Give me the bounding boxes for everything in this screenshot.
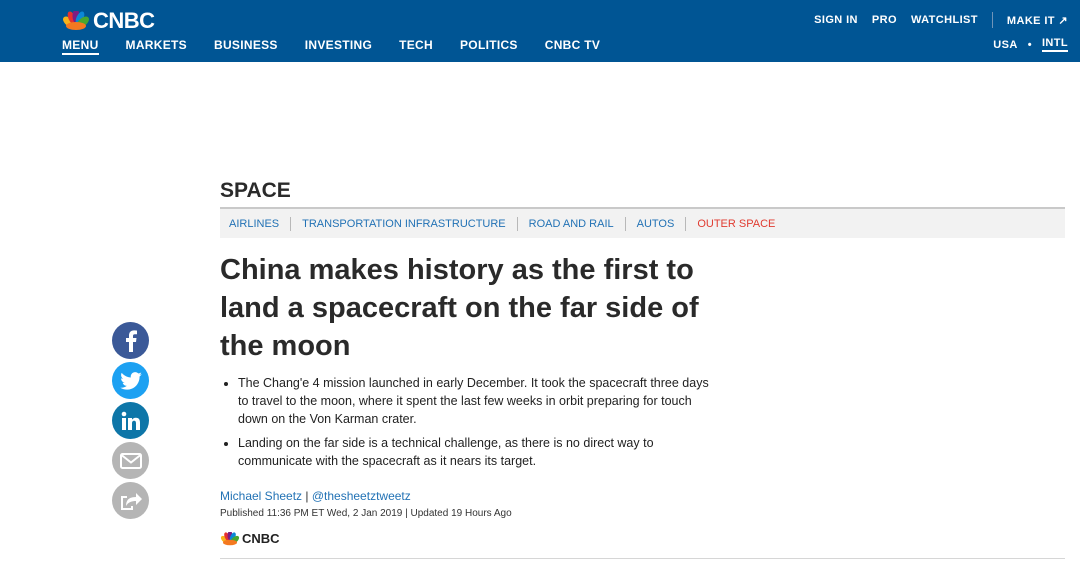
twitter-share-button[interactable] [112, 362, 149, 399]
nav-markets[interactable]: MARKETS [126, 38, 187, 55]
divider [220, 558, 1065, 559]
region-intl[interactable]: INTL [1041, 37, 1068, 52]
site-header: CNBC MENU MARKETS BUSINESS INVESTING TEC… [0, 0, 1080, 62]
section-subnav: AIRLINES TRANSPORTATION INFRASTRUCTURE R… [220, 207, 1065, 238]
more-share-button[interactable] [112, 482, 149, 519]
facebook-icon [125, 329, 137, 352]
nav-politics[interactable]: POLITICS [460, 38, 518, 55]
publish-timestamp: Published 11:36 PM ET Wed, 2 Jan 2019 | … [220, 508, 512, 519]
region-usa[interactable]: USA [993, 39, 1017, 51]
article-headline: China makes history as the first to land… [220, 254, 699, 362]
region-switcher: USA • INTL [993, 37, 1068, 52]
key-points: The Chang'e 4 mission launched in early … [220, 374, 713, 476]
nav-business[interactable]: BUSINESS [214, 38, 278, 55]
linkedin-icon [121, 411, 140, 430]
email-icon [119, 452, 142, 469]
util-divider [991, 12, 993, 28]
logo-text: CNBC [93, 8, 155, 33]
byline: Michael Sheetz | @thesheetztweetz [220, 489, 411, 503]
email-share-button[interactable] [112, 442, 149, 479]
linkedin-share-button[interactable] [112, 402, 149, 439]
subnav-airlines[interactable]: AIRLINES [220, 216, 292, 231]
peacock-icon [220, 531, 240, 545]
key-point: The Chang'e 4 mission launched in early … [238, 374, 713, 428]
nav-cnbc-tv[interactable]: CNBC TV [545, 38, 600, 55]
byline-separator: | [302, 489, 312, 503]
subnav-outer-space[interactable]: OUTER SPACE [686, 217, 786, 231]
utility-nav: SIGN IN PRO WATCHLIST MAKE IT ↗ [800, 12, 1068, 28]
pro-link[interactable]: PRO [872, 14, 897, 26]
author-name[interactable]: Michael Sheetz [220, 489, 302, 503]
nav-menu[interactable]: MENU [62, 38, 99, 55]
facebook-share-button[interactable] [112, 322, 149, 359]
cnbc-logo[interactable]: CNBC [62, 10, 155, 32]
twitter-icon [119, 371, 142, 390]
sign-in-link[interactable]: SIGN IN [814, 14, 858, 26]
source-logo-text: CNBC [242, 531, 280, 546]
source-logo: CNBC [220, 531, 280, 546]
region-dot: • [1027, 38, 1032, 51]
nav-tech[interactable]: TECH [399, 38, 433, 55]
section-title[interactable]: SPACE [220, 179, 291, 203]
share-bar [112, 322, 150, 522]
watchlist-link[interactable]: WATCHLIST [911, 14, 978, 26]
main-nav: MENU MARKETS BUSINESS INVESTING TECH POL… [62, 38, 627, 55]
nav-investing[interactable]: INVESTING [305, 38, 372, 55]
key-point: Landing on the far side is a technical c… [238, 434, 713, 470]
share-icon [120, 492, 142, 510]
subnav-autos[interactable]: AUTOS [626, 216, 687, 231]
peacock-icon [63, 11, 89, 30]
author-handle[interactable]: @thesheetztweetz [312, 489, 411, 503]
subnav-transportation[interactable]: TRANSPORTATION INFRASTRUCTURE [291, 216, 518, 231]
subnav-road-rail[interactable]: ROAD AND RAIL [518, 216, 626, 231]
make-it-link[interactable]: MAKE IT ↗ [1007, 14, 1068, 27]
